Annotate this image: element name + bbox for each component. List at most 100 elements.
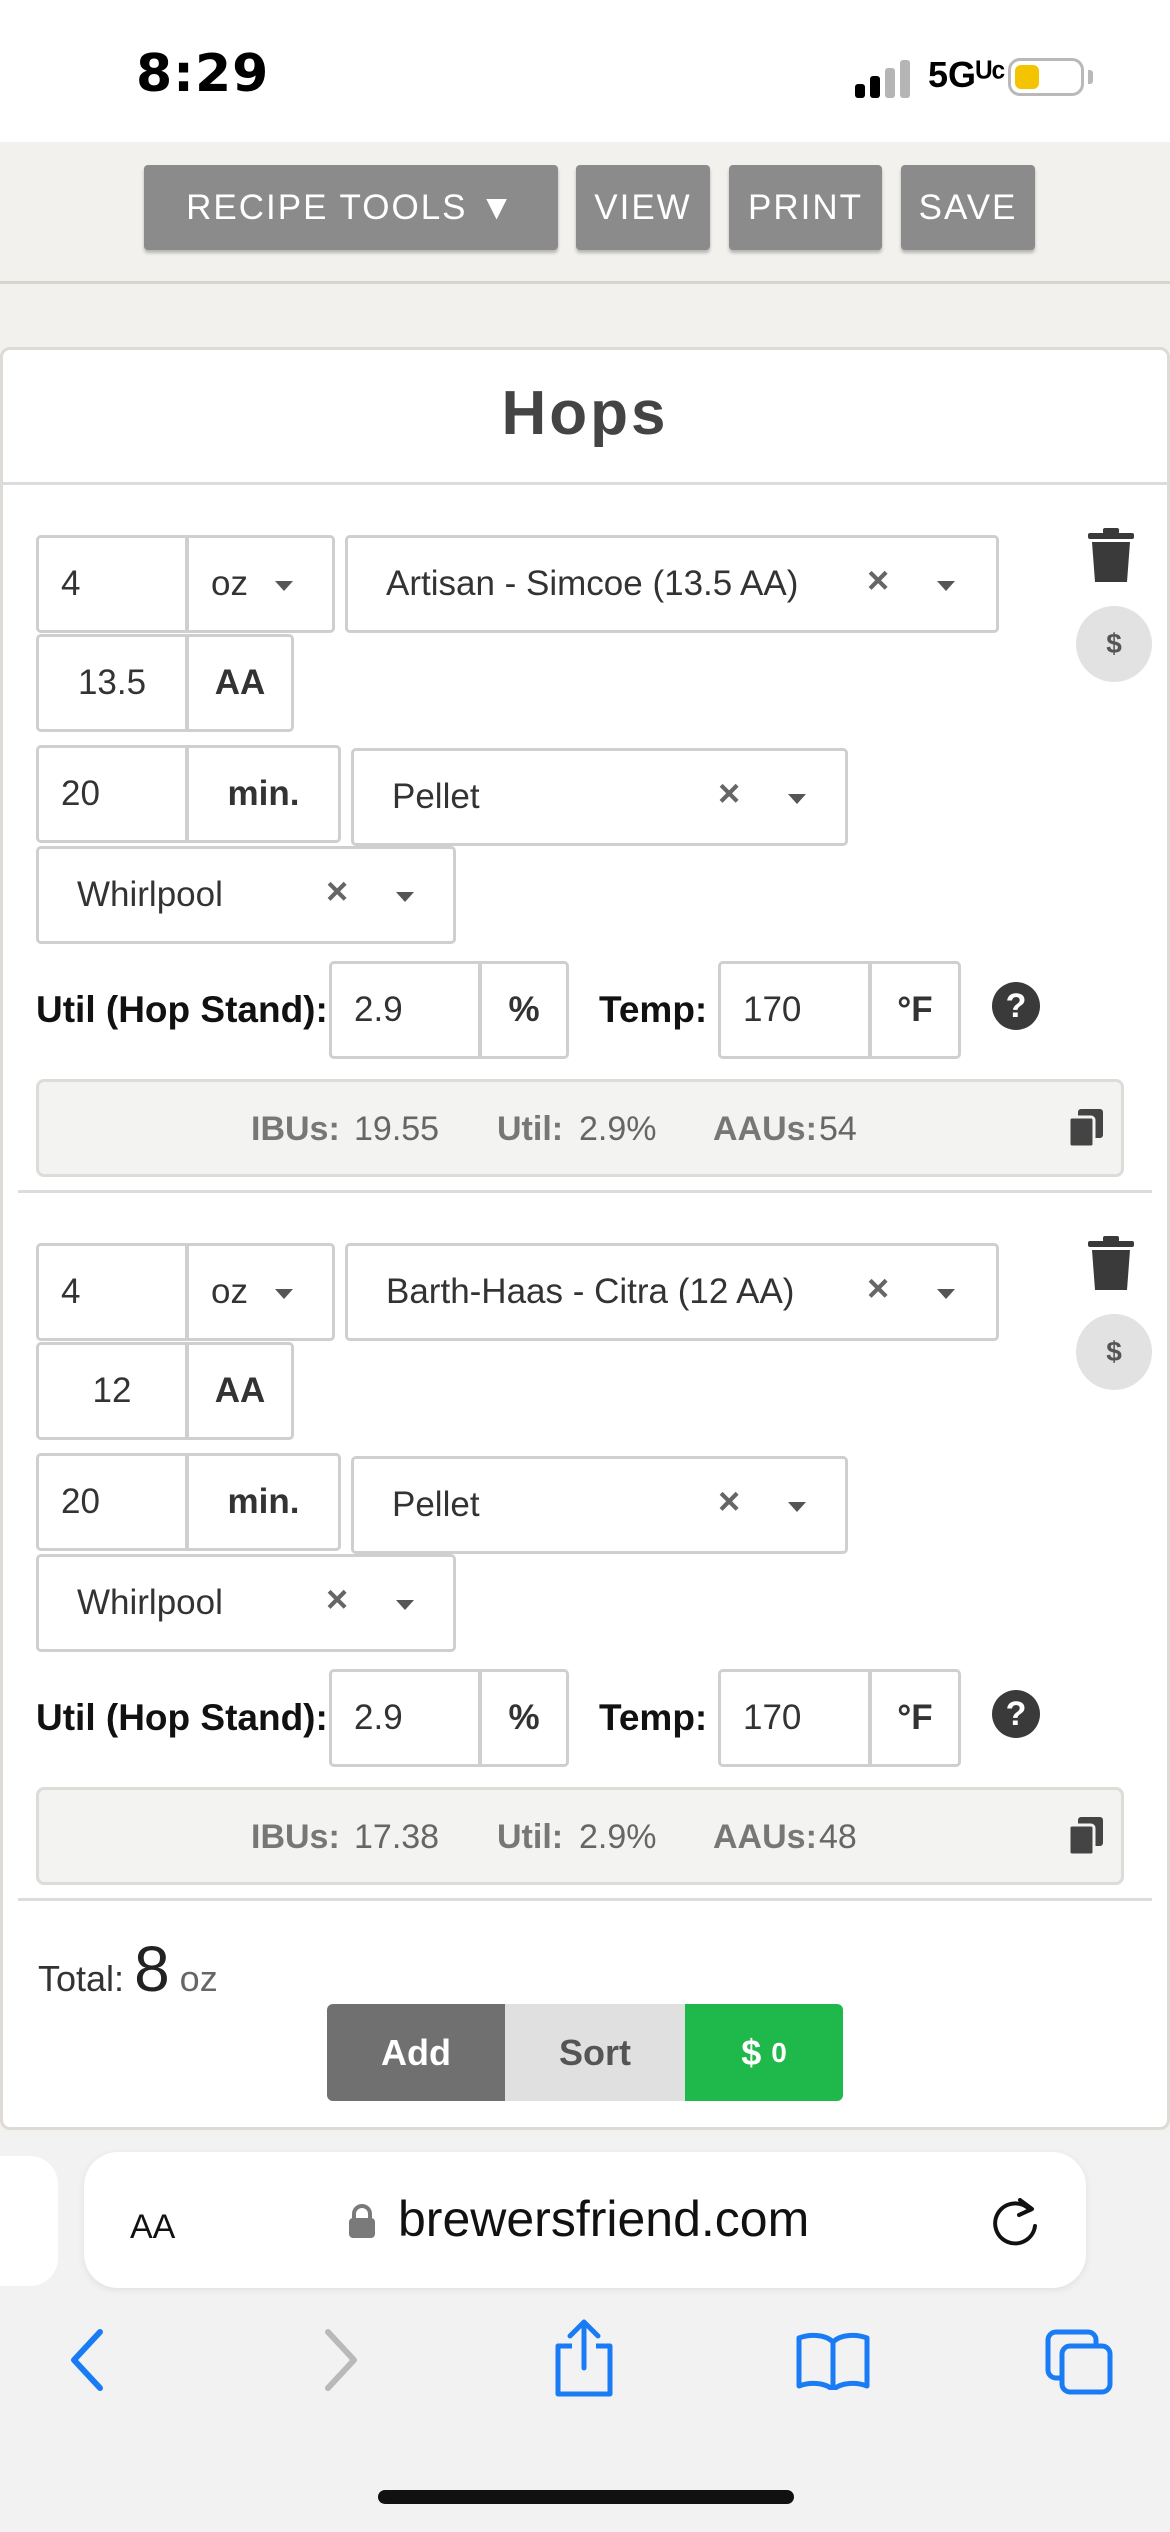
hop-time-input[interactable]: 20 xyxy=(36,745,188,843)
temp-label: Temp: xyxy=(599,1697,708,1738)
hop-form-select[interactable]: Pellet × xyxy=(351,748,848,846)
ibus-label: IBUs: xyxy=(251,1110,340,1148)
chevron-down-icon xyxy=(275,581,293,591)
util-info-value: 2.9% xyxy=(579,1818,657,1856)
aaus-value: 48 xyxy=(819,1818,857,1856)
signal-icon xyxy=(855,58,915,98)
previous-tab-preview[interactable] xyxy=(0,2156,58,2286)
util-label: Util (Hop Stand): xyxy=(36,1697,328,1738)
dollar-icon[interactable]: $ xyxy=(1076,1314,1152,1390)
save-button[interactable]: SAVE xyxy=(901,165,1035,250)
util-unit: % xyxy=(479,961,569,1059)
util-info-label: Util: xyxy=(497,1110,564,1148)
temp-input[interactable]: 170 xyxy=(718,1669,871,1767)
sort-button[interactable]: Sort xyxy=(505,2004,685,2101)
forward-icon[interactable] xyxy=(318,2328,362,2392)
hop-variety-select[interactable]: Barth-Haas - Citra (12 AA) × xyxy=(345,1243,999,1341)
section-title: Hops xyxy=(501,379,669,448)
hop-use-select[interactable]: Whirlpool × xyxy=(36,1554,456,1652)
ibus-value: 17.38 xyxy=(354,1818,440,1856)
network-label: 5Gᵁᶜ xyxy=(928,54,1006,95)
total-unit: oz xyxy=(179,1958,218,1999)
temp-input[interactable]: 170 xyxy=(718,961,871,1059)
view-button[interactable]: VIEW xyxy=(576,165,710,250)
hop-unit-value: oz xyxy=(211,564,248,603)
home-indicator xyxy=(378,2490,794,2504)
lock-icon xyxy=(349,2204,375,2238)
total-summary: Total: 8 oz xyxy=(38,1932,218,2006)
cost-button[interactable]: $ 0 xyxy=(685,2004,843,2101)
help-icon[interactable]: ? xyxy=(992,1690,1040,1738)
clear-icon[interactable]: × xyxy=(718,1481,740,1524)
back-icon[interactable] xyxy=(66,2328,110,2392)
chevron-down-icon xyxy=(396,1600,414,1610)
aaus-label: AAUs: xyxy=(713,1110,817,1148)
cost-value: 0 xyxy=(771,2036,787,2068)
aaus-value: 54 xyxy=(819,1110,857,1148)
chevron-down-icon xyxy=(788,794,806,804)
cost-symbol: $ xyxy=(741,2031,762,2073)
copy-icon[interactable] xyxy=(1069,1817,1103,1855)
clear-icon[interactable]: × xyxy=(867,1268,889,1311)
chevron-down-icon xyxy=(788,1502,806,1512)
hop-use-select[interactable]: Whirlpool × xyxy=(36,846,456,944)
trash-icon[interactable] xyxy=(1088,1236,1134,1292)
title-divider xyxy=(0,482,1170,485)
hop-divider xyxy=(18,1190,1152,1193)
copy-icon[interactable] xyxy=(1069,1109,1103,1147)
hop-aa-label: AA xyxy=(186,634,294,732)
status-time: 8:29 xyxy=(136,44,270,104)
util-label: Util (Hop Stand): xyxy=(36,989,328,1030)
ibus-value: 19.55 xyxy=(354,1110,440,1148)
hop-info-bar: IBUs: 19.55 Util: 2.9% AAUs: 54 xyxy=(36,1079,1124,1177)
bookmarks-icon[interactable] xyxy=(795,2330,871,2390)
add-hop-button[interactable]: Add xyxy=(327,2004,505,2101)
hop-use-value: Whirlpool xyxy=(77,1583,223,1622)
hop-aa-label: AA xyxy=(186,1342,294,1440)
total-label: Total: xyxy=(38,1958,125,1999)
hop-unit-select[interactable]: oz xyxy=(186,1243,335,1341)
hop-variety-value: Barth-Haas - Citra (12 AA) xyxy=(386,1272,795,1311)
trash-icon[interactable] xyxy=(1088,528,1134,584)
clear-icon[interactable]: × xyxy=(867,560,889,603)
hop-amount-input[interactable]: 4 xyxy=(36,535,188,633)
hop-amount-input[interactable]: 4 xyxy=(36,1243,188,1341)
recipe-tools-button[interactable]: RECIPE TOOLS ▼ xyxy=(144,165,558,250)
clear-icon[interactable]: × xyxy=(718,773,740,816)
url-text[interactable]: brewersfriend.com xyxy=(398,2190,809,2248)
hop-form-value: Pellet xyxy=(392,1485,480,1524)
chevron-down-icon xyxy=(396,892,414,902)
hop-unit-value: oz xyxy=(211,1272,248,1311)
hop-info-bar: IBUs: 17.38 Util: 2.9% AAUs: 48 xyxy=(36,1787,1124,1885)
tabs-icon[interactable] xyxy=(1044,2328,1114,2396)
ibus-label: IBUs: xyxy=(251,1818,340,1856)
hop-use-value: Whirlpool xyxy=(77,875,223,914)
hop-form-select[interactable]: Pellet × xyxy=(351,1456,848,1554)
hop-aa-input[interactable]: 13.5 xyxy=(36,634,188,732)
temp-unit: °F xyxy=(869,961,961,1059)
reader-aa-button[interactable]: AA xyxy=(130,2195,175,2249)
chevron-down-icon xyxy=(937,581,955,591)
temp-label: Temp: xyxy=(599,989,708,1030)
hop-time-input[interactable]: 20 xyxy=(36,1453,188,1551)
hop-variety-select[interactable]: Artisan - Simcoe (13.5 AA) × xyxy=(345,535,999,633)
util-info-value: 2.9% xyxy=(579,1110,657,1148)
hop-unit-select[interactable]: oz xyxy=(186,535,335,633)
util-unit: % xyxy=(479,1669,569,1767)
util-input[interactable]: 2.9 xyxy=(329,961,481,1059)
share-icon[interactable] xyxy=(552,2318,616,2398)
print-button[interactable]: PRINT xyxy=(729,165,882,250)
hop-form-value: Pellet xyxy=(392,777,480,816)
reload-icon[interactable] xyxy=(990,2192,1042,2248)
dollar-icon[interactable]: $ xyxy=(1076,606,1152,682)
util-info-label: Util: xyxy=(497,1818,564,1856)
help-icon[interactable]: ? xyxy=(992,982,1040,1030)
hop-variety-value: Artisan - Simcoe (13.5 AA) xyxy=(386,564,799,603)
clear-icon[interactable]: × xyxy=(326,1579,348,1622)
hop-aa-input[interactable]: 12 xyxy=(36,1342,188,1440)
battery-nub xyxy=(1088,70,1093,84)
chevron-down-icon xyxy=(275,1289,293,1299)
clear-icon[interactable]: × xyxy=(326,871,348,914)
hop-time-unit: min. xyxy=(186,1453,341,1551)
util-input[interactable]: 2.9 xyxy=(329,1669,481,1767)
